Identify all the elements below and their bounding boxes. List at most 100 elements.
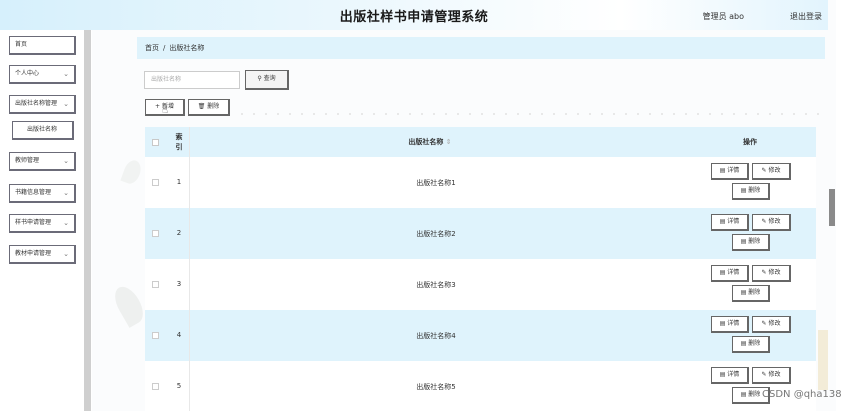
row-index: 3 [176,280,182,288]
pencil-icon: ✎ [761,218,767,225]
detail-button[interactable]: ▤ 详情 [711,214,749,231]
edit-button-label: 修改 [768,371,781,378]
detail-button[interactable]: ▤ 详情 [711,163,749,180]
table-row: 1 出版社名称1 ▤ 详情 ✎ 修改 ▤ 删除 [145,157,816,208]
edit-button[interactable]: ✎ 修改 [752,214,791,231]
detail-button-label: 详情 [727,167,740,174]
column-header-index-line1: 索 [175,133,183,141]
delete-button-label: 删除 [748,340,761,347]
sidebar-item-teacher-manage[interactable]: 教师管理 ⌄ [9,152,76,171]
watermark: CSDN @qha138 [762,389,842,400]
table-row: 3 出版社名称3 ▤ 详情 ✎ 修改 ▤ 删除 [145,259,816,310]
edit-button[interactable]: ✎ 修改 [752,316,791,333]
row-name: 出版社名称2 [416,230,456,238]
chevron-down-icon: ⌄ [63,70,69,78]
document-icon: ▤ [719,269,726,276]
delete-button[interactable]: ▤ 删除 [732,285,770,302]
sidebar-item-label: 教材申请管理 [15,250,52,257]
breadcrumb-separator: / [163,44,166,52]
top-header: 出版社样书申请管理系统 管理员 abo 退出登录 [0,0,828,30]
column-header-index: 索 引 [173,132,185,152]
table-row: 5 出版社名称5 ▤ 详情 ✎ 修改 ▤ 删除 [145,361,816,411]
detail-button[interactable]: ▤ 详情 [711,316,749,333]
pencil-icon: ✎ [761,371,767,378]
detail-button-label: 详情 [727,320,740,327]
delete-button[interactable]: ▤ 删除 [732,336,770,353]
sidebar-item-label: 个人中心 [15,70,40,77]
search-input[interactable]: 出版社名称 [144,71,240,89]
edit-button[interactable]: ✎ 修改 [752,265,791,282]
sidebar-item-profile[interactable]: 个人中心 ⌄ [9,65,76,84]
document-icon: ▤ [719,167,726,174]
delete-button[interactable]: ▤ 删除 [732,234,770,251]
sidebar-item-book-info[interactable]: 书籍信息管理 ⌄ [9,184,76,203]
query-button[interactable]: ⚲ 查询 [245,70,289,90]
sort-icon[interactable]: ⇕ [446,138,452,146]
window-edge [836,0,861,411]
row-checkbox[interactable] [152,332,159,339]
sidebar-item-sample-apply[interactable]: 样书申请管理 ⌄ [9,214,76,233]
app-page: 出版社样书申请管理系统 管理员 abo 退出登录 首页 个人中心 ⌄ 出版社名称… [0,0,861,411]
document-icon: ▤ [719,218,726,225]
delete-button-label: 删除 [748,187,761,194]
sidebar-item-home[interactable]: 首页 [9,36,76,55]
edit-button-label: 修改 [768,167,781,174]
row-index: 2 [176,229,182,237]
page-scrollbar-thumb[interactable] [829,189,835,226]
delete-button-label: 删除 [207,103,220,110]
sidebar-item-label: 首页 [15,41,28,48]
row-name: 出版社名称4 [416,332,456,340]
column-header-ops: 操作 [743,138,757,146]
sidebar-item-publisher-name[interactable]: 出版社名称 [12,121,74,140]
edit-button[interactable]: ✎ 修改 [752,367,791,384]
detail-button-label: 详情 [727,218,740,225]
row-checkbox[interactable] [152,179,159,186]
document-icon: ▤ [719,320,726,327]
decor-leaf [109,282,149,328]
column-header-name-label: 出版社名称 [408,138,444,146]
select-all-checkbox[interactable] [152,139,159,146]
batch-delete-button[interactable]: 🗑 删除 [188,99,230,116]
detail-button-label: 详情 [727,371,740,378]
chevron-down-icon: ⌄ [63,189,69,197]
delete-button-label: 删除 [748,289,761,296]
delete-button[interactable]: ▤ 删除 [732,183,770,200]
trash-icon: 🗑 [197,103,206,110]
row-checkbox[interactable] [152,281,159,288]
mouse-cursor-icon: ☝ [162,105,169,116]
row-index: 5 [176,382,182,390]
row-checkbox[interactable] [152,383,159,390]
edit-button-label: 修改 [768,218,781,225]
delete-button-label: 删除 [748,391,761,398]
detail-button[interactable]: ▤ 详情 [711,265,749,282]
row-checkbox[interactable] [152,230,159,237]
sidebar-scrollbar[interactable] [84,30,91,411]
sidebar-item-label: 出版社名称管理 [15,100,58,107]
trash-icon: ▤ [740,289,747,296]
edit-button-label: 修改 [768,269,781,276]
column-divider [189,127,190,411]
chevron-down-icon: ⌄ [63,100,69,108]
breadcrumb: 首页 / 出版社名称 [137,37,825,59]
edit-button[interactable]: ✎ 修改 [752,163,791,180]
table-row: 2 出版社名称2 ▤ 详情 ✎ 修改 ▤ 删除 [145,208,816,259]
chevron-down-icon: ⌄ [63,219,69,227]
chevron-down-icon: ⌄ [63,157,69,165]
table-row: 4 出版社名称4 ▤ 详情 ✎ 修改 ▤ 删除 [145,310,816,361]
sidebar-item-publisher-manage[interactable]: 出版社名称管理 ⌄ [9,95,76,114]
query-button-label: 查询 [263,75,276,82]
column-header-name[interactable]: 出版社名称 ⇕ [190,137,670,147]
decor-leaf [120,157,144,187]
breadcrumb-home[interactable]: 首页 [145,44,159,52]
dotted-divider [236,112,828,116]
detail-button[interactable]: ▤ 详情 [711,367,749,384]
plus-icon: + [155,103,161,110]
row-name: 出版社名称3 [416,281,456,289]
logout-link[interactable]: 退出登录 [790,11,822,22]
sidebar-strip [0,30,8,411]
document-icon: ▤ [719,371,726,378]
sidebar-item-textbook-apply[interactable]: 教材申请管理 ⌄ [9,245,76,264]
row-index: 1 [176,178,182,186]
breadcrumb-current: 出版社名称 [169,44,205,52]
sidebar-item-label: 出版社名称 [27,126,58,133]
